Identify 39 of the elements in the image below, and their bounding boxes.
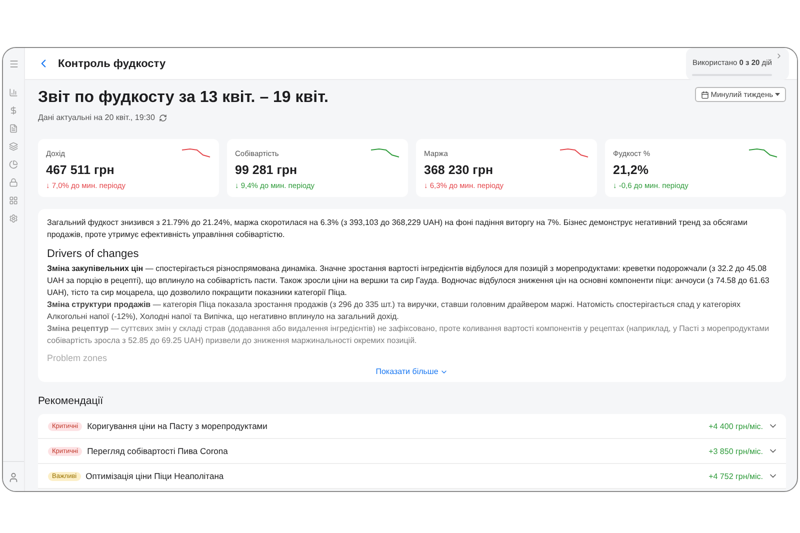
updated-text: Дані актуальні на 20 квіт., 19:30 [38, 113, 155, 122]
bar-chart-icon[interactable] [9, 88, 18, 97]
page-title: Контроль фудкосту [58, 58, 167, 70]
summary-text: Загальний фудкост знизився з 21.79% до 21.24%, маржа скоротилася на 6.3% (з 393,103 до 368,229 UAH) на фоні падіння виторгу на 7%. Бізнес демонструє негативний тренд за обсягами продажів, проте утримує ефективність управління собівартістю. [47, 217, 748, 241]
report-title: Звіт по фудкосту за 13 квіт. – 19 квіт. [38, 89, 328, 107]
settings-icon[interactable] [9, 214, 18, 223]
section-heading: Рекомендації [38, 395, 104, 407]
driver-paragraph: Зміна структури продажів — категорія Піца показала зростання продажів (з 296 до 335 шт.) та виручки, ставши головним драйвером маржі. Натомість спостерігається спад у категоріях Алкогольні напої (-12%), Холодні напої та Випічка, що негативно вплинуло на загальний дохід. [47, 299, 742, 323]
sparkline [748, 147, 778, 159]
caret-icon [775, 93, 780, 96]
layers-icon[interactable] [9, 142, 18, 151]
sparkline [370, 147, 400, 159]
section-heading: Problem zones [47, 353, 108, 363]
driver-paragraph: Зміна рецептур — суттєвих змін у складі страв (додавання або видалення інгредієнтів) не зафіксовано, проте коливання вартості компонентів у рецептах (наприклад, у Пасті з морепродуктами собівартість зросла з 52.85 до 69.25 UAH) призвели до зниження маржинальності окремих позицій. [47, 323, 770, 347]
calendar-icon [700, 90, 709, 98]
section-heading: Drivers of changes [47, 248, 140, 260]
recommendation-title: Коригування ціни на Пасту з морепродуктами [87, 421, 268, 431]
metric-value: 368 230 грн [424, 163, 494, 177]
menu-icon[interactable] [8, 59, 18, 69]
dollar-icon[interactable] [9, 106, 18, 115]
metric-value: 99 281 грн [235, 163, 298, 177]
lock-icon[interactable] [9, 178, 18, 187]
document-icon[interactable] [9, 124, 18, 133]
recommendation-title: Перегляд собівартості Пива Corona [87, 446, 229, 456]
effect-value: +3 850 грн/міс. [708, 446, 763, 456]
chevron-right-icon [775, 52, 783, 60]
refresh-icon[interactable] [158, 114, 167, 122]
metric-value: 21,2% [613, 163, 650, 177]
show-more-link[interactable]: Показати більше [376, 367, 448, 376]
sparkline [181, 147, 211, 159]
grid-icon[interactable] [9, 196, 18, 205]
avatar-icon[interactable] [8, 472, 19, 483]
driver-paragraph: Зміна закупівельних цін — спостерігається різноспрямована динаміка. Значне зростання вартості інгредієнтів відбулося для позицій з морепродуктами: креветки подорожчали (з 32.2 до 45.08 UAH за порцію в рецепті), що вплинуло на собівартість пасти. Також зросли ціни на вершки та сир Гауда. Водночас відбулося зниження цін на основні компоненти піци: анчоуси (з 74.58 до 61.63 UAH), тісто та сир моцарела, що дозволило покращити показники категорії Піца. [47, 263, 770, 299]
recommendation-title: Оптимізація ціни Піци Неаполітана [86, 471, 225, 481]
effect-value: +4 400 грн/міс. [708, 422, 763, 430]
metric-value: 467 511 грн [46, 163, 116, 177]
effect-value: +4 752 грн/міс. [708, 472, 763, 480]
sparkline [559, 147, 589, 159]
pie-chart-icon[interactable] [9, 160, 18, 169]
